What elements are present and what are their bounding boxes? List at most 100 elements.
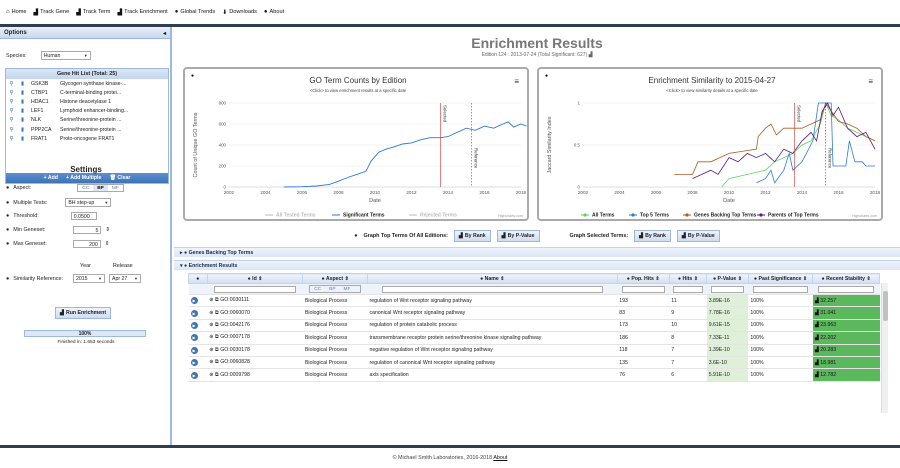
gene-item[interactable]: ⚲ ▮ FRAT1 Proto-oncogene FRAT1: [6, 134, 168, 143]
about-link[interactable]: About: [493, 455, 507, 461]
search-icon[interactable]: ⚲: [6, 108, 17, 114]
go-term-counts-chart[interactable]: GO Term Counts by Edition <Click> to view…: [183, 67, 529, 221]
sort-icon[interactable]: ⇕: [866, 276, 870, 282]
play-icon[interactable]: ▶: [190, 309, 198, 317]
sort-icon[interactable]: ⇕: [694, 276, 698, 282]
parents-terms-line[interactable]: [692, 102, 876, 179]
table-row[interactable]: ▶ ⊕ ⧉ GO:0042176 Biological Process regulat…: [188, 319, 880, 333]
nav-global-trends[interactable]: ● Global Trends: [175, 9, 215, 15]
table-row[interactable]: ▶ ⊕ ⧉ GO:0009798 Biological Process axis sp…: [188, 368, 880, 382]
selected-by-pvalue-button[interactable]: ▟ By P-Value: [676, 230, 720, 242]
col-header[interactable]: ● Name ⇕: [366, 273, 618, 284]
search-icon[interactable]: ⊕: [209, 347, 213, 353]
trash-icon[interactable]: ▮: [17, 127, 28, 133]
column-filter-input[interactable]: [753, 285, 808, 293]
search-icon[interactable]: ⚲: [6, 127, 17, 133]
table-row[interactable]: ▶ ⊕ ⧉ GO:0060828 Biological Process regulat…: [188, 356, 880, 370]
col-header[interactable]: ● P-Value ⇕: [706, 273, 749, 284]
trash-icon[interactable]: ▮: [17, 99, 28, 105]
help-icon[interactable]: ●: [545, 73, 548, 79]
search-icon[interactable]: ⚲: [6, 81, 17, 87]
gene-item[interactable]: ⚲ ▮ PPP2CA Serine/threonine-protein ...: [6, 125, 168, 134]
aspect-mf[interactable]: MF: [108, 185, 123, 191]
search-icon[interactable]: ⚲: [6, 90, 17, 96]
threshold-input[interactable]: 0.0500: [70, 212, 97, 220]
top-by-pvalue-button[interactable]: ▟ By P-Value: [496, 230, 540, 242]
selected-by-rank-button[interactable]: ▟ By Rank: [634, 230, 671, 242]
search-icon[interactable]: ⚲: [6, 99, 17, 105]
table-row[interactable]: ▶ ⊕ ⧉ GO:0030111 Biological Process regulat…: [188, 294, 880, 308]
chart-icon[interactable]: ▟: [815, 322, 819, 328]
gene-item[interactable]: ⚲ ▮ CTBP1 C-terminal-binding protei...: [6, 88, 168, 97]
release-select[interactable]: Apr 27 ▼: [109, 274, 141, 283]
nav-about[interactable]: ● About: [264, 9, 284, 15]
aspect-bp[interactable]: BP: [325, 286, 339, 292]
trash-icon[interactable]: ▮: [17, 108, 28, 114]
legend-item[interactable]: Top 5 Terms: [640, 213, 669, 219]
legend-item[interactable]: All Tested Terms: [276, 213, 316, 219]
spinner-icon[interactable]: ⇕: [105, 241, 110, 247]
search-icon[interactable]: ⚲: [6, 136, 17, 142]
row-expand[interactable]: ▶: [188, 368, 208, 382]
search-icon[interactable]: ⊕: [209, 297, 213, 303]
row-expand[interactable]: ▶: [188, 294, 208, 308]
sort-icon[interactable]: ⇕: [738, 276, 742, 282]
gene-item[interactable]: ⚲ ▮ NLK Serine/threonine-protein ...: [6, 116, 168, 125]
gene-item[interactable]: ⚲ ▮ LEF1 Lymphoid enhancer-binding...: [6, 107, 168, 116]
row-expand[interactable]: ▶: [188, 356, 208, 370]
chart-icon[interactable]: ▟: [815, 335, 819, 341]
hierarchy-icon[interactable]: ⧉: [215, 322, 219, 328]
chart-icon[interactable]: ▟: [815, 347, 819, 353]
chart-icon[interactable]: ▟: [815, 372, 819, 378]
options-header[interactable]: Options ◂: [0, 27, 170, 39]
help-icon[interactable]: ●: [191, 73, 194, 79]
aspect-mf[interactable]: MF: [340, 286, 355, 292]
sort-icon[interactable]: ⇕: [345, 276, 349, 282]
add-multiple-button[interactable]: + Add Multiple: [66, 175, 101, 181]
aspect-filter-toggle[interactable]: CC BP MF: [309, 285, 362, 293]
multiple-tests-select[interactable]: BH step-up ▼: [65, 198, 112, 207]
significant-terms-line[interactable]: [283, 121, 527, 188]
table-scrollbar[interactable]: [881, 283, 888, 413]
row-expand[interactable]: ▶: [188, 344, 208, 357]
aspect-bp[interactable]: BP: [93, 185, 108, 191]
help-icon[interactable]: ●: [6, 213, 9, 219]
column-filter-input[interactable]: [817, 285, 875, 293]
nav-home[interactable]: ⌂ Home: [6, 9, 27, 15]
col-header[interactable]: ● Pop. Hits ⇕: [616, 273, 670, 284]
row-expand[interactable]: ▶: [188, 319, 208, 333]
search-icon[interactable]: ⊕: [209, 310, 213, 316]
legend-item[interactable]: Rejected Terms: [420, 213, 457, 219]
search-icon[interactable]: ⊕: [209, 372, 213, 378]
chart-icon[interactable]: ▟: [589, 52, 593, 58]
chart-icon[interactable]: ▟: [815, 310, 819, 316]
help-icon[interactable]: ●: [6, 200, 9, 206]
col-header[interactable]: ● Id ⇕: [206, 273, 304, 284]
play-icon[interactable]: ▶: [190, 359, 198, 367]
scrollbar-thumb[interactable]: [883, 291, 888, 321]
play-icon[interactable]: ▶: [190, 334, 198, 342]
legend-item[interactable]: Significant Terms: [343, 213, 385, 219]
chart-icon[interactable]: ▟: [815, 298, 819, 304]
min-geneset-input[interactable]: 5: [73, 226, 102, 234]
hierarchy-icon[interactable]: ⧉: [215, 297, 219, 303]
play-icon[interactable]: ▶: [190, 321, 198, 329]
help-icon[interactable]: ●: [6, 241, 9, 247]
clear-genes-button[interactable]: 🗑 Clear: [109, 175, 130, 181]
nav-track-gene[interactable]: ▟ Track Gene: [34, 9, 70, 16]
search-icon[interactable]: ⊕: [209, 359, 213, 365]
max-geneset-input[interactable]: 200: [72, 240, 101, 248]
genes-backing-section[interactable]: ▸ ● Genes Backing Top Terms: [174, 247, 900, 257]
search-icon[interactable]: ⚲: [6, 117, 17, 123]
genes-backing-line[interactable]: [674, 102, 876, 175]
top-by-rank-button[interactable]: ▟ By Rank: [453, 230, 491, 242]
id-filter-input[interactable]: [213, 285, 297, 293]
trash-icon[interactable]: ▮: [17, 81, 28, 87]
trash-icon[interactable]: ▮: [17, 117, 28, 123]
col-header[interactable]: ● Aspect ⇕: [302, 273, 368, 284]
column-filter-input[interactable]: [621, 285, 665, 293]
column-filter-input[interactable]: [710, 285, 745, 293]
trash-icon[interactable]: ▮: [17, 136, 28, 142]
help-icon[interactable]: ●: [6, 276, 9, 282]
col-header[interactable]: ● Past Significance ⇕: [747, 273, 814, 284]
